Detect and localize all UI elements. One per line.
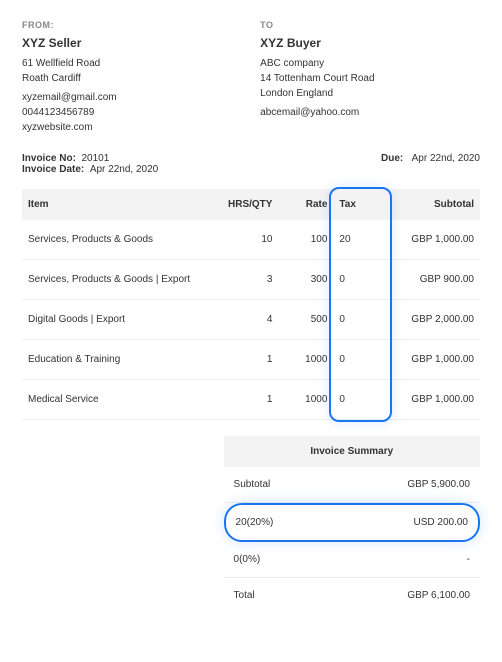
- invoice-summary: Invoice Summary Subtotal GBP 5,900.00 20…: [224, 436, 480, 613]
- summary-subtotal-label: Subtotal: [234, 479, 271, 490]
- col-tax: Tax: [333, 189, 388, 220]
- seller-phone: 0044123456789: [22, 105, 242, 120]
- col-rate: Rate: [278, 189, 333, 220]
- cell-subtotal: GBP 1,000.00: [388, 380, 480, 420]
- due-label: Due:: [381, 153, 403, 164]
- invoice-meta-right: Due: Apr 22nd, 2020: [381, 153, 480, 175]
- cell-rate: 100: [278, 220, 333, 260]
- table-row: Medical Service110000GBP 1,000.00: [22, 380, 480, 420]
- summary-subtotal-value: GBP 5,900.00: [407, 479, 470, 490]
- summary-total-value: GBP 6,100.00: [407, 590, 470, 601]
- invoice-no-label: Invoice No:: [22, 153, 76, 164]
- table-row: Education & Training110000GBP 1,000.00: [22, 340, 480, 380]
- cell-qty: 1: [214, 340, 278, 380]
- cell-item: Services, Products & Goods: [22, 220, 214, 260]
- summary-total-row: Total GBP 6,100.00: [224, 578, 480, 613]
- cell-qty: 10: [214, 220, 278, 260]
- cell-qty: 3: [214, 260, 278, 300]
- table-header-row: Item HRS/QTY Rate Tax Subtotal: [22, 189, 480, 220]
- summary-subtotal-row: Subtotal GBP 5,900.00: [224, 467, 480, 503]
- buyer-addr2: London England: [260, 86, 480, 101]
- invoice-date-label: Invoice Date:: [22, 164, 84, 175]
- summary-tax0-value: -: [467, 554, 470, 565]
- col-qty: HRS/QTY: [214, 189, 278, 220]
- buyer-name: XYZ Buyer: [260, 36, 480, 50]
- cell-rate: 1000: [278, 380, 333, 420]
- seller-email: xyzemail@gmail.com: [22, 90, 242, 105]
- buyer-email: abcemail@yahoo.com: [260, 105, 480, 120]
- due-date: Apr 22nd, 2020: [412, 153, 480, 164]
- cell-qty: 1: [214, 380, 278, 420]
- summary-tax20-row: 20(20%) USD 200.00: [224, 503, 480, 542]
- summary-tax20-label: 20(20%): [236, 517, 274, 528]
- cell-tax: 0: [333, 340, 388, 380]
- cell-item: Services, Products & Goods | Export: [22, 260, 214, 300]
- table-row: Services, Products & Goods1010020GBP 1,0…: [22, 220, 480, 260]
- cell-subtotal: GBP 900.00: [388, 260, 480, 300]
- cell-qty: 4: [214, 300, 278, 340]
- summary-tax20-value: USD 200.00: [414, 517, 468, 528]
- table-row: Digital Goods | Export45000GBP 2,000.00: [22, 300, 480, 340]
- invoice-no: 20101: [81, 153, 109, 164]
- buyer-addr1: 14 Tottenham Court Road: [260, 71, 480, 86]
- cell-item: Education & Training: [22, 340, 214, 380]
- from-label: FROM:: [22, 20, 242, 30]
- cell-rate: 300: [278, 260, 333, 300]
- summary-tax0-label: 0(0%): [234, 554, 261, 565]
- seller-addr1: 61 Wellfield Road: [22, 56, 242, 71]
- cell-subtotal: GBP 2,000.00: [388, 300, 480, 340]
- summary-tax0-row: 0(0%) -: [224, 542, 480, 578]
- cell-rate: 1000: [278, 340, 333, 380]
- summary-total-label: Total: [234, 590, 255, 601]
- cell-subtotal: GBP 1,000.00: [388, 220, 480, 260]
- cell-item: Medical Service: [22, 380, 214, 420]
- seller-website: xyzwebsite.com: [22, 120, 242, 135]
- buyer-company: ABC company: [260, 56, 480, 71]
- cell-tax: 0: [333, 380, 388, 420]
- col-item: Item: [22, 189, 214, 220]
- cell-item: Digital Goods | Export: [22, 300, 214, 340]
- table-row: Services, Products & Goods | Export33000…: [22, 260, 480, 300]
- cell-tax: 0: [333, 260, 388, 300]
- seller-addr2: Roath Cardiff: [22, 71, 242, 86]
- cell-tax: 20: [333, 220, 388, 260]
- col-subtotal: Subtotal: [388, 189, 480, 220]
- summary-title: Invoice Summary: [224, 436, 480, 467]
- invoice-date: Apr 22nd, 2020: [90, 164, 158, 175]
- seller-name: XYZ Seller: [22, 36, 242, 50]
- cell-rate: 500: [278, 300, 333, 340]
- cell-tax: 0: [333, 300, 388, 340]
- cell-subtotal: GBP 1,000.00: [388, 340, 480, 380]
- invoice-meta-left: Invoice No: 20101 Invoice Date: Apr 22nd…: [22, 153, 158, 175]
- to-block: TO XYZ Buyer ABC company 14 Tottenham Co…: [260, 20, 480, 135]
- line-items-table: Item HRS/QTY Rate Tax Subtotal Services,…: [22, 189, 480, 420]
- to-label: TO: [260, 20, 480, 30]
- from-block: FROM: XYZ Seller 61 Wellfield Road Roath…: [22, 20, 242, 135]
